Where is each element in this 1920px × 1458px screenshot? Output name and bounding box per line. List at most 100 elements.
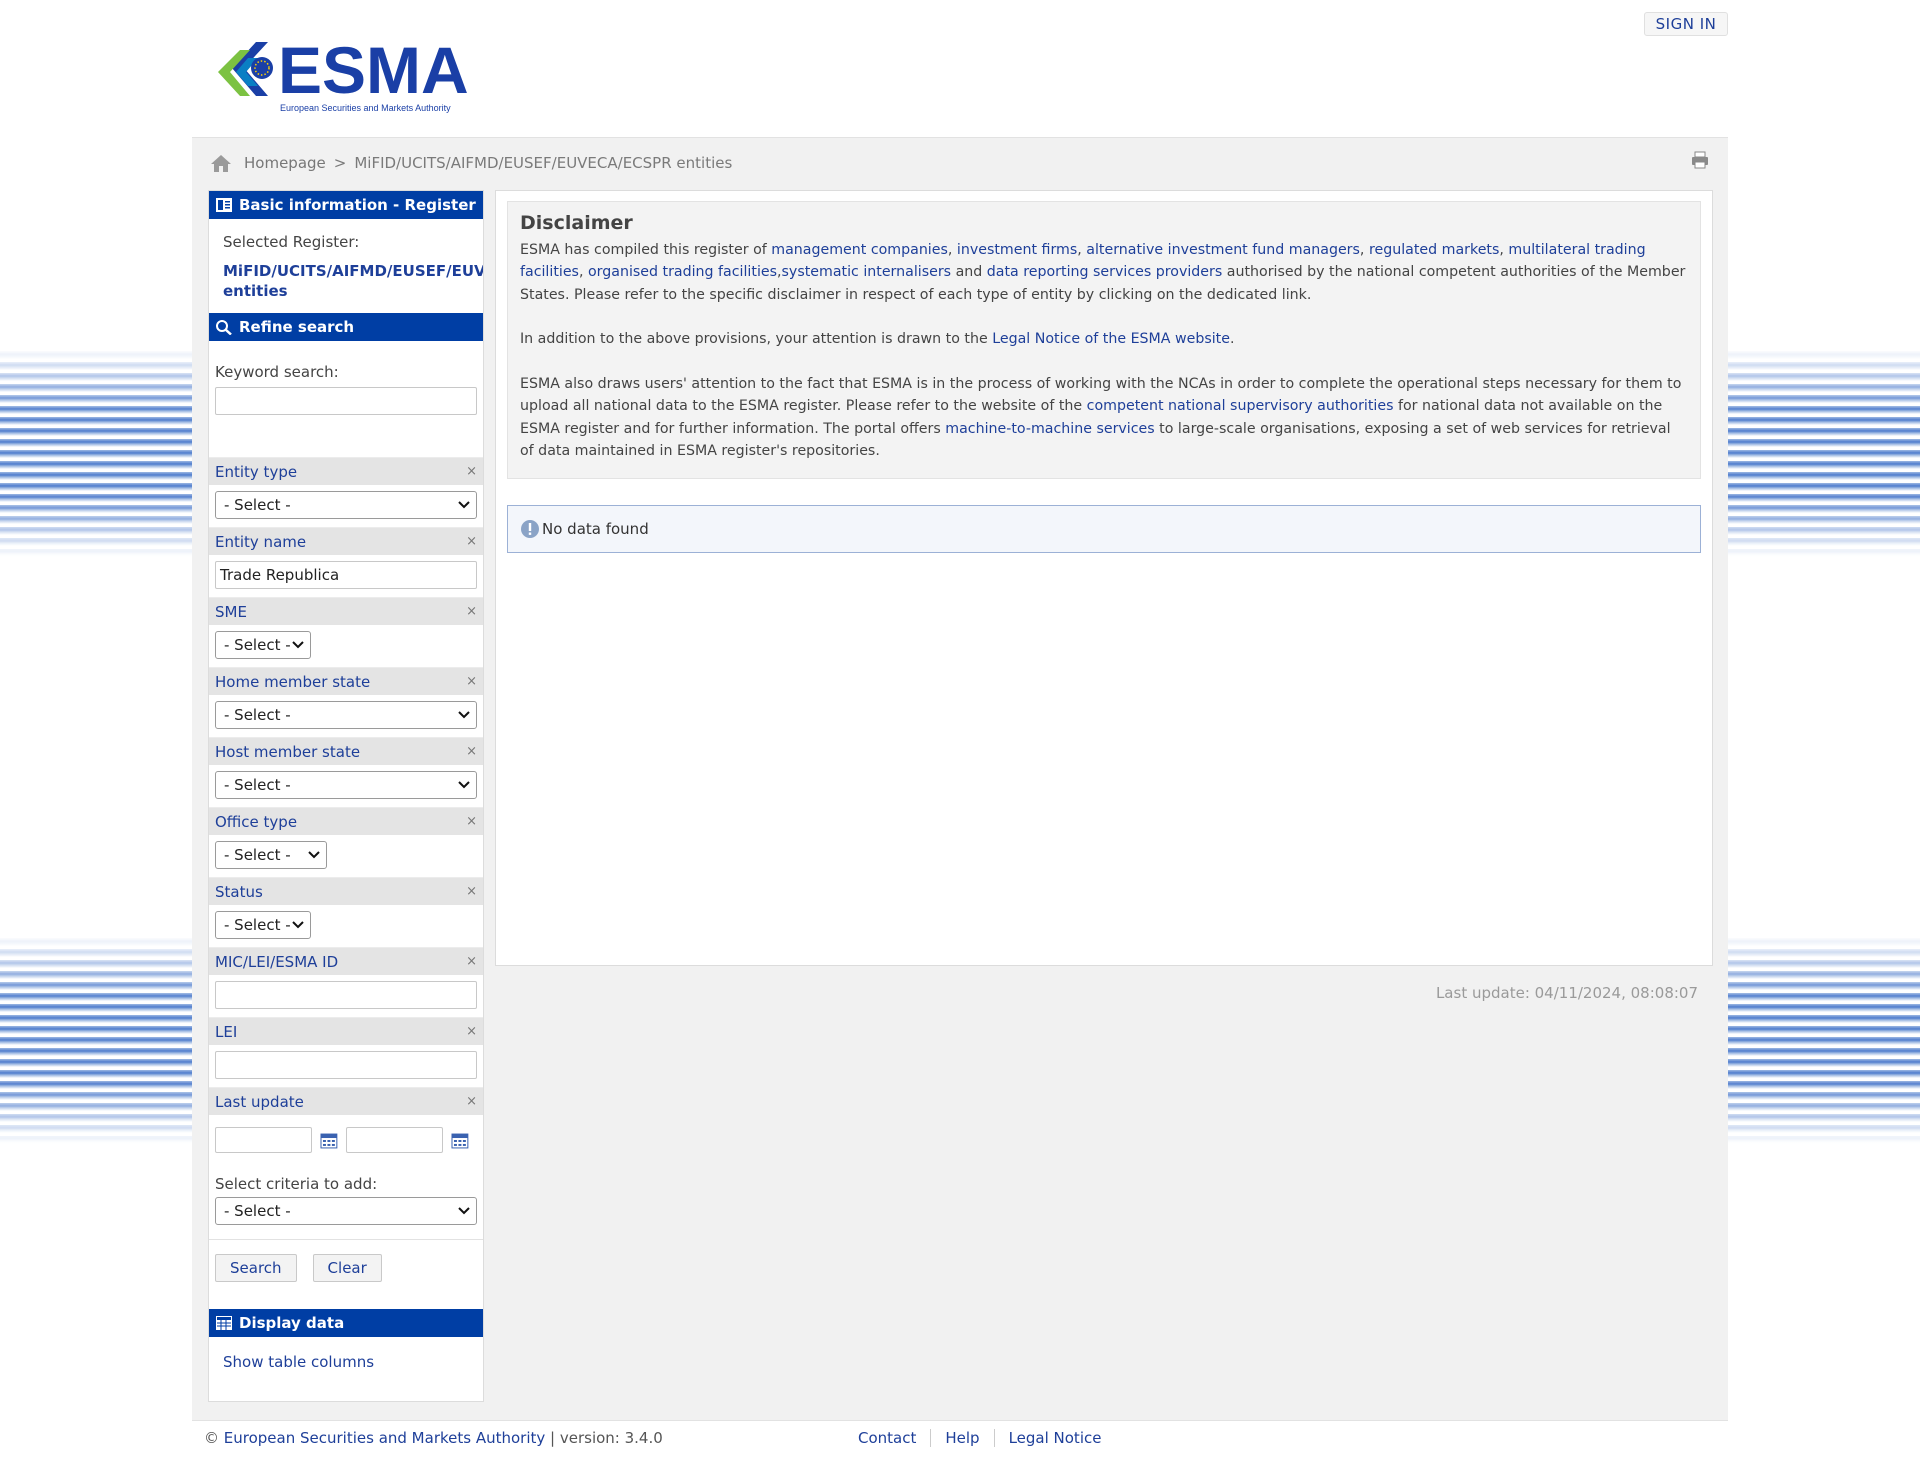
- text: ,: [1359, 241, 1369, 258]
- select-value: - Select -: [224, 496, 291, 514]
- remove-criteria-icon[interactable]: ×: [466, 744, 477, 759]
- logo-subtext: European Securities and Markets Authorit…: [280, 103, 451, 113]
- criteria-label: Status: [215, 882, 263, 901]
- selected-register: Selected Register: MiFID/UCITS/AIFMD/EUS…: [209, 219, 483, 313]
- home-member-state-select[interactable]: - Select -: [215, 701, 477, 729]
- investment-firms-link[interactable]: investment firms: [957, 242, 1077, 258]
- content-shell: Homepage > MiFID/UCITS/AIFMD/EUSEF/EUVEC…: [192, 138, 1728, 1420]
- remove-criteria-icon[interactable]: ×: [466, 884, 477, 899]
- breadcrumb: Homepage > MiFID/UCITS/AIFMD/EUSEF/EUVEC…: [210, 152, 732, 174]
- remove-criteria-icon[interactable]: ×: [466, 464, 477, 479]
- keyword-search-input[interactable]: [215, 387, 477, 415]
- calendar-icon[interactable]: [451, 1131, 469, 1149]
- criteria-host-member-state-header: Host member state ×: [209, 737, 483, 765]
- last-update-from-input[interactable]: [215, 1127, 313, 1153]
- criteria-label: Last update: [215, 1092, 304, 1111]
- criteria-entity-name-header: Entity name ×: [209, 527, 483, 555]
- add-criteria: Select criteria to add: - Select -: [209, 1157, 483, 1225]
- select-value: - Select -: [224, 706, 291, 724]
- home-icon[interactable]: [210, 153, 232, 173]
- last-update-to-input[interactable]: [346, 1127, 444, 1153]
- regulated-markets-link[interactable]: regulated markets: [1369, 242, 1499, 258]
- criteria-entity-type-body: - Select -: [209, 485, 483, 527]
- refine-search-header: Refine search: [209, 313, 483, 341]
- national-authorities-link[interactable]: competent national supervisory authoriti…: [1087, 398, 1394, 414]
- text: In addition to the above provisions, you…: [520, 331, 993, 347]
- aifm-link[interactable]: alternative investment fund managers: [1086, 242, 1360, 258]
- text: ,: [947, 241, 957, 258]
- criteria-status-body: - Select -: [209, 905, 483, 947]
- legal-notice-link[interactable]: Legal Notice of the ESMA website: [992, 331, 1230, 347]
- logo-wordmark: ESMA: [278, 38, 469, 107]
- select-value: - Select -: [224, 916, 291, 934]
- search-actions: Search Clear: [209, 1239, 483, 1309]
- host-member-state-select[interactable]: - Select -: [215, 771, 477, 799]
- drsp-link[interactable]: data reporting services providers: [987, 264, 1222, 280]
- chevron-down-icon: [292, 641, 304, 649]
- remove-criteria-icon[interactable]: ×: [466, 954, 477, 969]
- lei-input[interactable]: [215, 1051, 477, 1079]
- footer-contact-link[interactable]: Contact: [858, 1429, 930, 1447]
- criteria-mic-lei-esma-body: [209, 975, 483, 1017]
- status-select[interactable]: - Select -: [215, 911, 311, 939]
- office-type-select[interactable]: - Select -: [215, 841, 327, 869]
- mic-lei-esma-input[interactable]: [215, 981, 477, 1009]
- chevron-down-icon: [292, 921, 304, 929]
- no-data-message: No data found: [507, 505, 1701, 553]
- remove-criteria-icon[interactable]: ×: [466, 1024, 477, 1039]
- footer-legal-notice-link[interactable]: Legal Notice: [993, 1429, 1116, 1447]
- criteria-label: MIC/LEI/ESMA ID: [215, 952, 339, 971]
- selected-register-label: Selected Register:: [223, 233, 360, 251]
- search-sidebar: Basic information - Register Selected Re…: [208, 190, 484, 1402]
- machine-to-machine-link[interactable]: machine-to-machine services: [945, 421, 1154, 437]
- add-criteria-label: Select criteria to add:: [215, 1175, 378, 1193]
- breadcrumb-home-link[interactable]: Homepage: [244, 154, 326, 172]
- version-text: | version: 3.4.0: [545, 1429, 663, 1447]
- remove-criteria-icon[interactable]: ×: [466, 814, 477, 829]
- print-icon[interactable]: [1690, 150, 1710, 170]
- remove-criteria-icon[interactable]: ×: [466, 1094, 477, 1109]
- disclaimer-box: Disclaimer ESMA has compiled this regist…: [507, 201, 1701, 479]
- show-table-columns-link[interactable]: Show table columns: [209, 1337, 483, 1371]
- management-companies-link[interactable]: management companies: [771, 242, 948, 258]
- select-value: - Select -: [224, 636, 291, 654]
- criteria-office-type-body: - Select -: [209, 835, 483, 877]
- sme-select[interactable]: - Select -: [215, 631, 311, 659]
- criteria-label: Entity name: [215, 532, 307, 551]
- otf-link[interactable]: organised trading facilities: [588, 264, 777, 280]
- criteria-office-type-header: Office type ×: [209, 807, 483, 835]
- footer-help-link[interactable]: Help: [930, 1429, 993, 1447]
- chevron-down-icon: [308, 851, 320, 859]
- table-icon: [216, 1316, 232, 1330]
- disclaimer-paragraph-2: In addition to the above provisions, you…: [520, 328, 1688, 351]
- criteria-sme-body: - Select -: [209, 625, 483, 667]
- criteria-mic-lei-esma-header: MIC/LEI/ESMA ID ×: [209, 947, 483, 975]
- esma-home-link[interactable]: European Securities and Markets Authorit…: [224, 1429, 545, 1447]
- site-footer: © European Securities and Markets Author…: [192, 1420, 1728, 1458]
- esma-logo[interactable]: ESMA European Securities and Markets Aut…: [212, 38, 502, 118]
- breadcrumb-current: MiFID/UCITS/AIFMD/EUSEF/EUVECA/ECSPR ent…: [354, 154, 733, 172]
- entity-name-input[interactable]: Trade Republica: [215, 561, 477, 589]
- remove-criteria-icon[interactable]: ×: [466, 604, 477, 619]
- no-data-text: No data found: [542, 520, 649, 538]
- chevron-down-icon: [458, 1207, 470, 1215]
- systematic-internalisers-link[interactable]: systematic internalisers: [782, 264, 952, 280]
- text: ,: [1077, 241, 1087, 258]
- breadcrumb-separator: >: [333, 154, 347, 172]
- criteria-label: Home member state: [215, 672, 371, 691]
- criteria-lei-body: [209, 1045, 483, 1087]
- book-icon: [216, 198, 232, 212]
- remove-criteria-icon[interactable]: ×: [466, 534, 477, 549]
- criteria-last-update-header: Last update ×: [209, 1087, 483, 1115]
- calendar-icon[interactable]: [320, 1131, 338, 1149]
- keyword-search: Keyword search:: [209, 341, 483, 457]
- add-criteria-select[interactable]: - Select -: [215, 1197, 477, 1225]
- disclaimer-paragraph-3: ESMA also draws users' attention to the …: [520, 373, 1688, 463]
- remove-criteria-icon[interactable]: ×: [466, 674, 477, 689]
- search-button[interactable]: Search: [215, 1254, 297, 1282]
- sign-in-button[interactable]: SIGN IN: [1644, 12, 1728, 36]
- entity-type-select[interactable]: - Select -: [215, 491, 477, 519]
- clear-button[interactable]: Clear: [312, 1254, 382, 1282]
- text: ESMA has compiled this register of: [520, 241, 772, 258]
- criteria-home-member-state-header: Home member state ×: [209, 667, 483, 695]
